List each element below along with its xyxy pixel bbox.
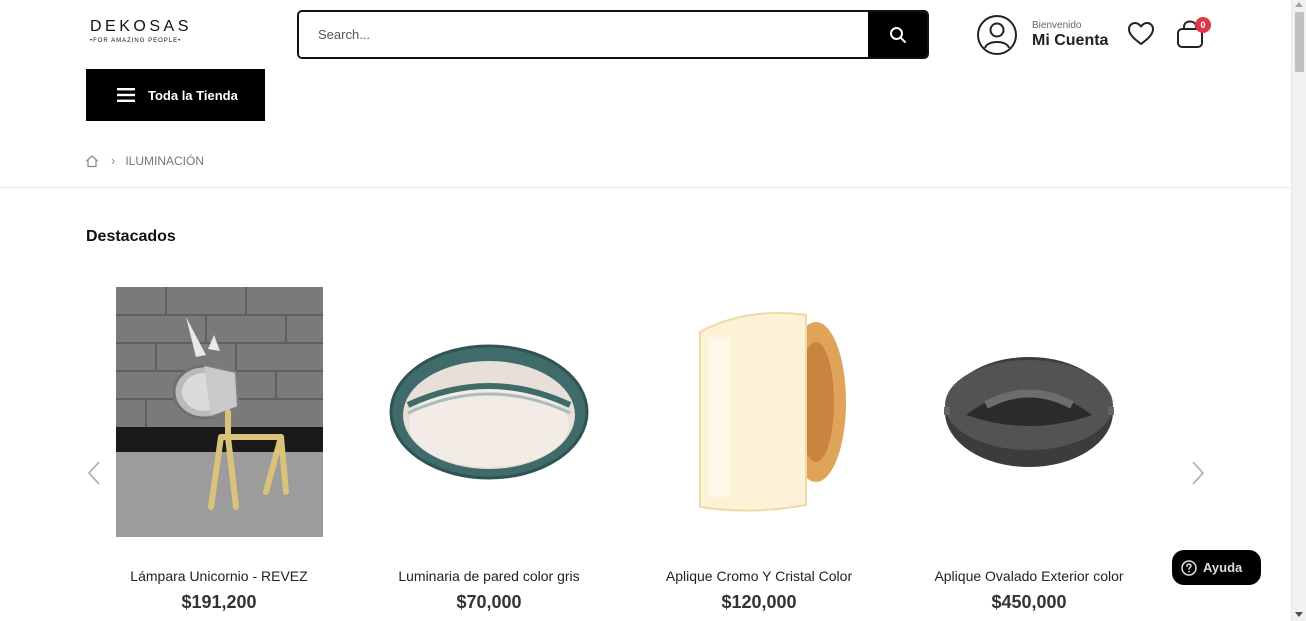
product-image[interactable]	[656, 287, 863, 537]
carousel-next-button[interactable]	[1188, 459, 1208, 487]
breadcrumb-current: ILUMINACIÓN	[125, 153, 205, 168]
divider	[0, 187, 1291, 188]
product-price: $70,000	[456, 592, 522, 612]
product-card[interactable]: Aplique Ovalado Exterior color $450,000	[904, 287, 1154, 613]
account-greeting: Bienvenido	[1032, 20, 1082, 31]
product-name[interactable]: Luminaria de pared color gris	[364, 568, 614, 584]
product-price: $191,200	[181, 592, 257, 612]
scrollbar[interactable]	[1291, 0, 1306, 621]
product-card[interactable]: Luminaria de pared color gris $70,000	[364, 287, 614, 613]
question-icon	[1181, 559, 1197, 576]
product-image[interactable]	[926, 287, 1133, 537]
help-label: Ayuda	[1203, 560, 1243, 575]
user-icon	[977, 15, 1017, 55]
scroll-thumb[interactable]	[1295, 12, 1304, 72]
all-store-button[interactable]: Toda la Tienda	[86, 69, 265, 121]
chevron-right-icon: ›	[111, 153, 116, 168]
search-button[interactable]	[868, 12, 927, 57]
product-card[interactable]: Aplique Cromo Y Cristal Color $120,000	[634, 287, 884, 613]
logo-tagline: •FOR AMAZING PEOPLE•	[90, 38, 182, 44]
breadcrumb: › ILUMINACIÓN	[85, 153, 204, 168]
all-store-label: Toda la Tienda	[148, 87, 238, 103]
account-link[interactable]: Bienvenido Mi Cuenta	[976, 14, 1108, 56]
cart-count-badge: 0	[1195, 17, 1211, 33]
product-image[interactable]	[115, 287, 323, 537]
section-title: Destacados	[86, 228, 176, 245]
search-bar	[297, 10, 929, 59]
hamburger-icon	[117, 88, 135, 102]
account-label: Mi Cuenta	[1032, 32, 1109, 49]
search-icon	[889, 26, 906, 43]
heart-icon[interactable]	[1127, 21, 1155, 47]
search-input[interactable]	[299, 12, 868, 57]
home-icon[interactable]	[85, 154, 99, 168]
logo-wordmark: DEKOSAS	[90, 18, 192, 35]
help-button[interactable]: Ayuda	[1172, 550, 1261, 585]
product-name[interactable]: Lámpara Unicornio - REVEZ	[94, 568, 344, 584]
scroll-up-icon[interactable]	[1295, 2, 1303, 7]
product-card[interactable]: Lámpara Unicornio - REVEZ $191,200	[94, 287, 344, 613]
product-price: $450,000	[991, 592, 1067, 612]
scroll-down-icon[interactable]	[1295, 612, 1303, 617]
product-name[interactable]: Aplique Cromo Y Cristal Color	[634, 568, 884, 584]
logo[interactable]: DEKOSAS •FOR AMAZING PEOPLE•	[90, 18, 205, 50]
product-image[interactable]	[386, 287, 593, 537]
product-price: $120,000	[721, 592, 797, 612]
product-name[interactable]: Aplique Ovalado Exterior color	[904, 568, 1154, 584]
